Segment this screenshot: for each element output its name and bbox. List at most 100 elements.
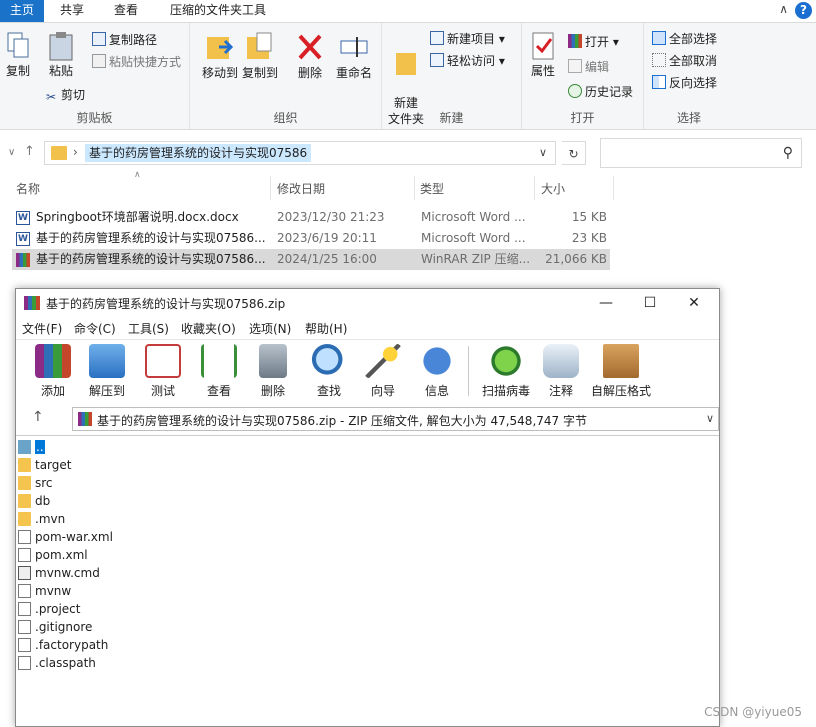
edit-button[interactable]: 编辑 bbox=[568, 57, 609, 77]
file-icon bbox=[18, 584, 31, 598]
close-button[interactable]: ✕ bbox=[672, 291, 716, 315]
list-item[interactable]: .gitignore bbox=[18, 618, 92, 636]
ribbon-tabs: 主页 共享 查看 压缩的文件夹工具 ∧ ? bbox=[0, 0, 816, 22]
chevron-down-icon[interactable]: ∨ bbox=[539, 146, 547, 159]
paste-button[interactable]: 粘贴 bbox=[44, 31, 78, 79]
winrar-icon bbox=[78, 412, 92, 426]
list-item[interactable]: db bbox=[18, 492, 50, 510]
file-date: 2023/12/30 21:23 bbox=[277, 210, 385, 224]
folder-icon bbox=[51, 146, 67, 160]
file-row[interactable]: 基于的药房管理系统的设计与实现07586... 2023/6/19 20:11 … bbox=[12, 228, 610, 249]
move-to-button[interactable]: 移动到 bbox=[200, 31, 240, 81]
sfx-button[interactable]: 自解压格式 bbox=[588, 344, 654, 399]
list-item-parent[interactable]: .. bbox=[18, 438, 45, 456]
chevron-down-icon[interactable]: ∨ bbox=[706, 412, 714, 425]
paste-shortcut-button[interactable]: 粘贴快捷方式 bbox=[92, 52, 181, 72]
rename-button[interactable]: 重命名 bbox=[332, 31, 376, 81]
up-arrow-icon[interactable]: ↑ bbox=[32, 409, 44, 425]
list-item[interactable]: pom.xml bbox=[18, 546, 88, 564]
column-type[interactable]: 类型 bbox=[420, 180, 444, 197]
wizard-button[interactable]: 向导 bbox=[354, 344, 412, 399]
list-item[interactable]: mvnw bbox=[18, 582, 71, 600]
column-size[interactable]: 大小 bbox=[541, 180, 565, 197]
list-item[interactable]: .classpath bbox=[18, 654, 96, 672]
list-item[interactable]: .factorypath bbox=[18, 636, 108, 654]
file-icon bbox=[18, 620, 31, 634]
select-none-button[interactable]: 全部取消 bbox=[652, 51, 717, 71]
toolbar-separator bbox=[468, 346, 469, 396]
menu-help[interactable]: 帮助(H) bbox=[305, 320, 347, 337]
column-divider bbox=[414, 176, 415, 200]
test-button[interactable]: 测试 bbox=[134, 344, 192, 399]
search-input[interactable]: ⚲ bbox=[600, 138, 802, 168]
folder-icon bbox=[18, 476, 31, 490]
winrar-address-bar: ↑ 基于的药房管理系统的设计与实现07586.zip - ZIP 压缩文件, 解… bbox=[16, 405, 719, 433]
delete-button[interactable]: 删除 bbox=[292, 31, 328, 81]
history-button[interactable]: 历史记录 bbox=[568, 82, 633, 102]
delete-button[interactable]: 删除 bbox=[244, 344, 302, 399]
chevron-up-icon[interactable]: ∧ bbox=[779, 2, 788, 16]
add-button[interactable]: 添加 bbox=[24, 344, 82, 399]
info-button[interactable]: 信息 bbox=[408, 344, 466, 399]
move-to-icon bbox=[207, 37, 234, 59]
menu-favorites[interactable]: 收藏夹(O) bbox=[181, 320, 236, 337]
winrar-title-bar[interactable]: 基于的药房管理系统的设计与实现07586.zip — ☐ ✕ bbox=[16, 289, 719, 317]
extract-to-button[interactable]: 解压到 bbox=[78, 344, 136, 399]
properties-button[interactable]: 属性 bbox=[526, 31, 560, 79]
archive-file-list: .. target src db .mvn pom-war.xml pom.xm… bbox=[16, 435, 719, 727]
menu-commands[interactable]: 命令(C) bbox=[74, 320, 116, 337]
file-name: 基于的药房管理系统的设计与实现07586... bbox=[36, 231, 266, 245]
list-item[interactable]: target bbox=[18, 456, 72, 474]
easy-access-icon bbox=[430, 53, 444, 67]
winrar-icon bbox=[24, 296, 40, 310]
column-name[interactable]: 名称 bbox=[16, 180, 40, 197]
list-item[interactable]: .mvn bbox=[18, 510, 65, 528]
file-row[interactable]: Springboot环境部署说明.docx.docx 2023/12/30 21… bbox=[12, 207, 610, 228]
open-button[interactable]: 打开 ▾ bbox=[568, 32, 619, 52]
list-item[interactable]: mvnw.cmd bbox=[18, 564, 100, 582]
file-date: 2023/6/19 20:11 bbox=[277, 231, 377, 245]
select-all-button[interactable]: 全部选择 bbox=[652, 29, 717, 49]
tab-home[interactable]: 主页 bbox=[0, 0, 45, 22]
find-button[interactable]: 查找 bbox=[300, 344, 358, 399]
view-button[interactable]: 查看 bbox=[190, 344, 248, 399]
menu-options[interactable]: 选项(N) bbox=[249, 320, 291, 337]
menu-file[interactable]: 文件(F) bbox=[22, 320, 62, 337]
list-item[interactable]: src bbox=[18, 474, 53, 492]
copy-path-icon bbox=[92, 32, 106, 46]
address-path[interactable]: 基于的药房管理系统的设计与实现07586 bbox=[85, 144, 312, 162]
file-row-selected[interactable]: 基于的药房管理系统的设计与实现07586... 2024/1/25 16:00 … bbox=[12, 249, 610, 270]
up-arrow-icon[interactable]: ↑ bbox=[24, 144, 35, 159]
recent-locations-icon[interactable]: ∨ bbox=[8, 147, 15, 158]
copy-to-button[interactable]: 复制到 bbox=[240, 31, 280, 81]
list-item[interactable]: pom-war.xml bbox=[18, 528, 113, 546]
refresh-icon[interactable]: ↻ bbox=[562, 141, 586, 165]
scan-virus-button[interactable]: 扫描病毒 bbox=[474, 344, 538, 399]
menu-tools[interactable]: 工具(S) bbox=[128, 320, 169, 337]
invert-selection-button[interactable]: 反向选择 bbox=[652, 73, 717, 93]
comment-button[interactable]: 注释 bbox=[532, 344, 590, 399]
copy-to-icon bbox=[247, 32, 272, 59]
file-type: Microsoft Word ... bbox=[421, 210, 526, 224]
list-item[interactable]: .project bbox=[18, 600, 80, 618]
select-none-icon bbox=[652, 53, 666, 67]
minimize-button[interactable]: — bbox=[584, 291, 628, 315]
column-divider bbox=[534, 176, 535, 200]
tab-compressed-folder-tools[interactable]: 压缩的文件夹工具 bbox=[160, 0, 276, 22]
archive-path-dropdown[interactable]: 基于的药房管理系统的设计与实现07586.zip - ZIP 压缩文件, 解包大… bbox=[72, 407, 719, 431]
xml-file-icon bbox=[18, 530, 31, 544]
tab-share[interactable]: 共享 bbox=[50, 0, 94, 22]
select-all-icon bbox=[652, 31, 666, 45]
copy-button[interactable]: 复制 bbox=[4, 31, 32, 79]
copy-path-button[interactable]: 复制路径 bbox=[92, 30, 157, 50]
address-bar[interactable]: › 基于的药房管理系统的设计与实现07586 ∨ bbox=[44, 141, 556, 165]
maximize-button[interactable]: ☐ bbox=[628, 291, 672, 315]
column-date[interactable]: 修改日期 bbox=[277, 180, 325, 197]
easy-access-button[interactable]: 轻松访问 ▾ bbox=[430, 51, 505, 71]
tab-view[interactable]: 查看 bbox=[104, 0, 148, 22]
help-icon[interactable]: ? bbox=[795, 2, 812, 19]
window-title: 基于的药房管理系统的设计与实现07586.zip bbox=[46, 297, 286, 311]
info-icon bbox=[420, 344, 454, 378]
cut-button[interactable]: ✂ 剪切 bbox=[44, 85, 85, 105]
new-item-button[interactable]: 新建项目 ▾ bbox=[430, 29, 505, 49]
